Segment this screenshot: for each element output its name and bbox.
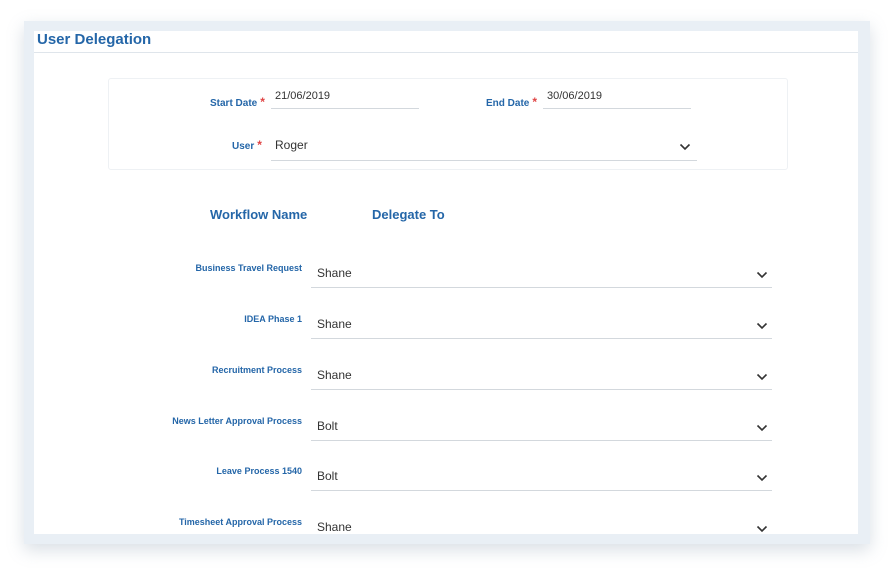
workflow-name-label: Recruitment Process bbox=[211, 365, 302, 375]
user-label: User * bbox=[232, 138, 262, 152]
chevron-down-icon bbox=[756, 322, 768, 330]
delegate-value: Shane bbox=[317, 317, 352, 331]
workflow-name-header: Workflow Name bbox=[210, 207, 308, 222]
chevron-down-icon bbox=[756, 271, 768, 279]
required-marker: * bbox=[260, 95, 265, 109]
delegate-select[interactable]: Shane bbox=[311, 263, 772, 288]
delegate-select[interactable]: Shane bbox=[311, 365, 772, 390]
workflow-name-label: Timesheet Approval Process bbox=[178, 517, 302, 527]
workflow-name-label: Business Travel Request bbox=[195, 263, 302, 273]
start-date-value: 21/06/2019 bbox=[275, 90, 331, 102]
end-date-label-text: End Date bbox=[486, 98, 530, 109]
user-select[interactable]: Roger bbox=[271, 133, 697, 161]
delegate-to-header: Delegate To bbox=[372, 207, 445, 222]
chevron-down-icon bbox=[756, 474, 768, 482]
start-date-label-text: Start Date bbox=[210, 98, 258, 109]
delegate-value: Shane bbox=[317, 520, 352, 534]
user-label-text: User bbox=[232, 141, 255, 152]
start-date-label: Start Date * bbox=[210, 95, 265, 109]
chevron-down-icon bbox=[679, 143, 691, 151]
end-date-value: 30/06/2019 bbox=[547, 90, 603, 102]
end-date-label: End Date * bbox=[486, 95, 537, 109]
workflow-name-label: News Letter Approval Process bbox=[172, 416, 302, 426]
delegate-value: Shane bbox=[317, 266, 352, 280]
required-marker: * bbox=[257, 138, 262, 152]
user-delegation-panel: User Delegation Start Date * 21/06/2019 E… bbox=[34, 31, 858, 534]
delegate-select[interactable]: Shane bbox=[311, 314, 772, 339]
delegate-value: Bolt bbox=[317, 419, 338, 433]
workflow-name-label: Leave Process 1540 bbox=[216, 466, 302, 476]
user-value: Roger bbox=[275, 138, 308, 152]
start-date-field[interactable]: 21/06/2019 bbox=[271, 88, 419, 109]
delegate-select[interactable]: Bolt bbox=[311, 466, 772, 491]
chevron-down-icon bbox=[756, 424, 768, 432]
panel-title: User Delegation bbox=[37, 31, 152, 48]
delegate-select[interactable]: Shane bbox=[311, 517, 772, 534]
workflow-name-label: IDEA Phase 1 bbox=[244, 314, 302, 324]
delegate-value: Bolt bbox=[317, 469, 338, 483]
delegate-value: Shane bbox=[317, 368, 352, 382]
delegate-select[interactable]: Bolt bbox=[311, 416, 772, 441]
title-divider bbox=[34, 52, 858, 53]
end-date-field[interactable]: 30/06/2019 bbox=[543, 88, 691, 109]
chevron-down-icon bbox=[756, 525, 768, 533]
required-marker: * bbox=[532, 95, 538, 109]
chevron-down-icon bbox=[756, 373, 768, 381]
